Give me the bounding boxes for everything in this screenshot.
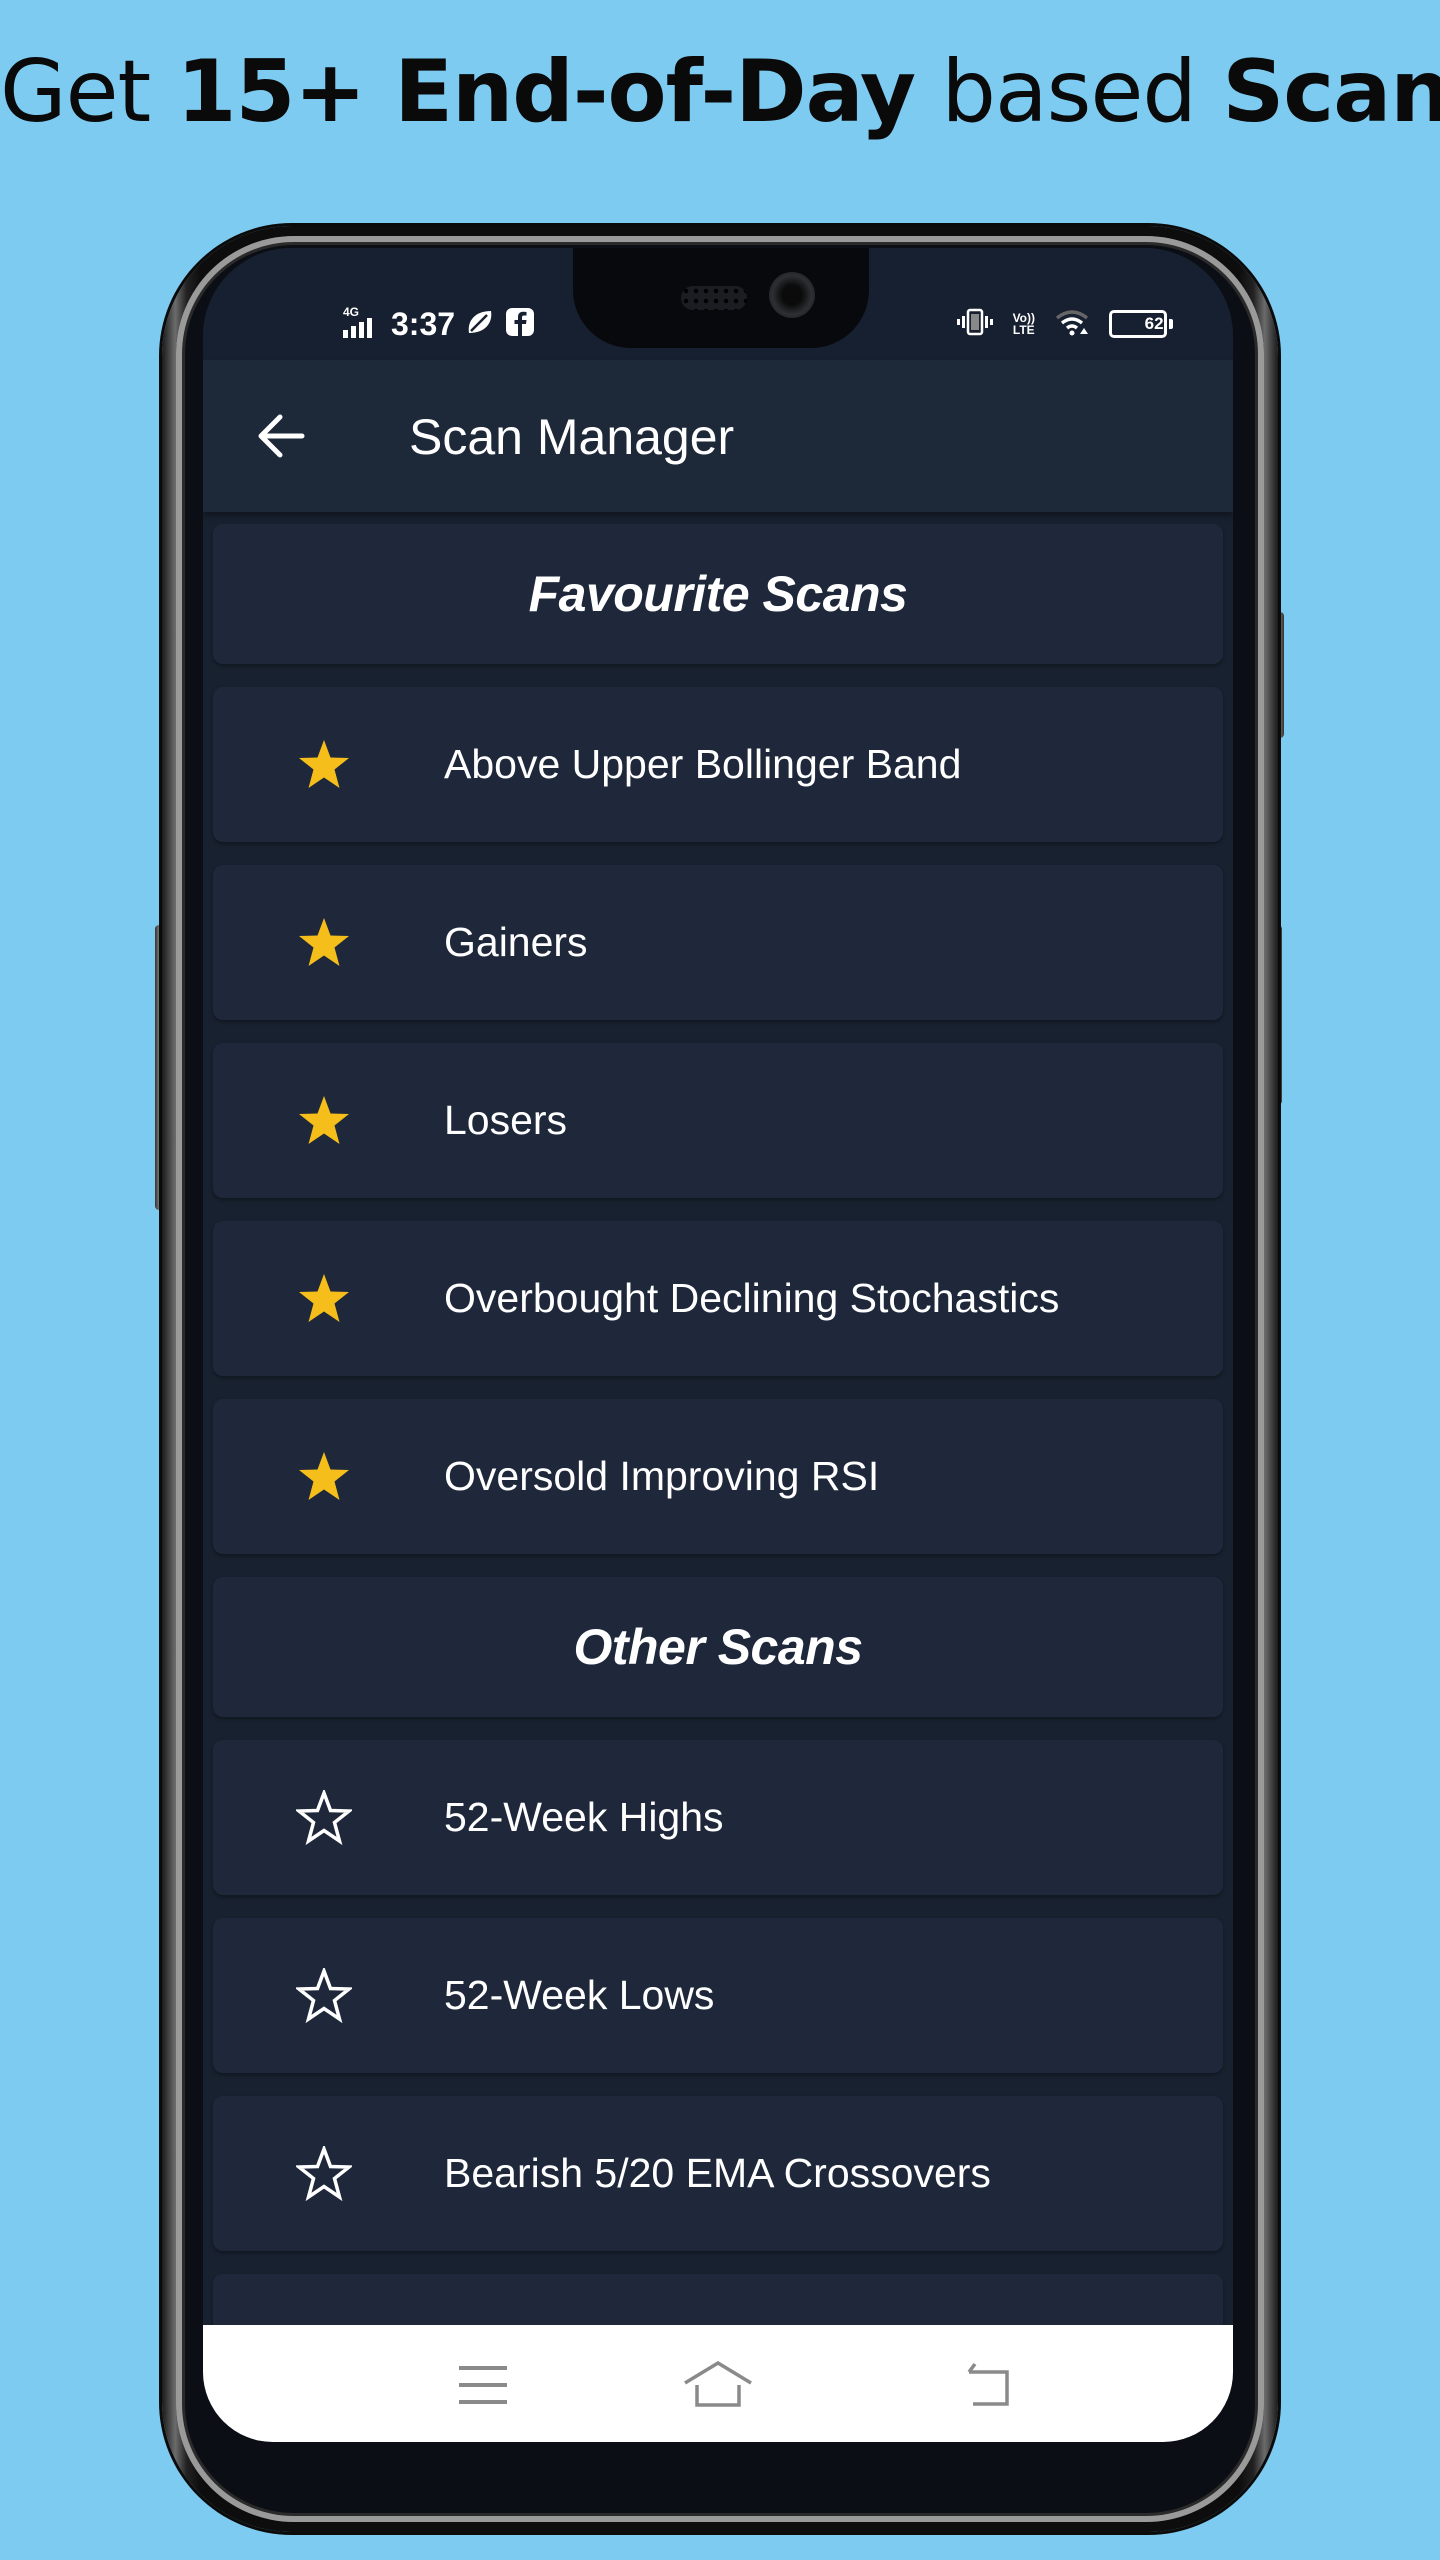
star-outline-icon[interactable] — [294, 2143, 354, 2202]
scan-list-item[interactable]: 52-Week Lows — [213, 1918, 1223, 2073]
promo-headline: Get 15+ End-of-Day based Scans — [0, 42, 1440, 142]
back-icon — [967, 2362, 1009, 2406]
star-filled-icon[interactable] — [296, 737, 352, 793]
scan-label: Above Upper Bollinger Band — [444, 741, 962, 787]
scan-label: Gainers — [444, 919, 588, 965]
clock: 3:37 — [391, 305, 456, 342]
back-button[interactable] — [251, 406, 311, 466]
scan-list-item[interactable]: Overbought Declining Stochastics — [213, 1221, 1223, 1376]
star-outline-icon[interactable] — [294, 1965, 354, 2024]
star-filled-icon[interactable] — [296, 1093, 352, 1149]
star-filled-icon[interactable] — [296, 1449, 352, 1505]
vibrate-icon — [956, 307, 993, 342]
scan-label: Losers — [444, 1097, 568, 1143]
leaf-app-icon — [465, 307, 495, 342]
section-header-favourite: Favourite Scans — [213, 524, 1223, 664]
promo-text-1: Get — [0, 42, 177, 142]
home-button[interactable] — [678, 2355, 758, 2415]
facebook-icon — [505, 307, 535, 342]
battery-tip — [1169, 319, 1173, 329]
promo-text-3: based — [915, 42, 1223, 142]
front-camera — [769, 272, 815, 318]
scan-label: Bearish 5/20 EMA Crossovers — [444, 2150, 991, 2196]
arrow-left-icon — [258, 414, 305, 458]
status-left: 4G 3:37 — [341, 304, 535, 344]
scan-label: 52-Week Lows — [444, 1972, 715, 2018]
network-type: 4G — [343, 305, 359, 319]
star-filled-icon[interactable] — [296, 915, 352, 971]
camera-notch — [573, 248, 869, 348]
system-nav-bar — [203, 2325, 1233, 2442]
section-title: Favourite Scans — [528, 566, 908, 622]
phone-screen: 4G 3:37 Vo)) LTE 62 Scan Manager Favouri… — [203, 248, 1233, 2442]
system-back-button[interactable] — [948, 2355, 1028, 2415]
recent-apps-button[interactable] — [443, 2355, 523, 2415]
star-filled-icon[interactable] — [296, 1271, 352, 1327]
scan-list-item[interactable]: Bearish 5/20 EMA Crossovers — [213, 2096, 1223, 2251]
signal-4g-icon: 4G — [341, 304, 381, 345]
status-bar: 4G 3:37 Vo)) LTE 62 — [203, 248, 1233, 360]
volte-icon: Vo)) LTE — [1013, 312, 1035, 336]
volte-bottom: LTE — [1012, 323, 1035, 337]
scan-label: 52-Week Highs — [444, 1794, 724, 1840]
scan-list-item[interactable]: Above Upper Bollinger Band — [213, 687, 1223, 842]
wifi-icon — [1055, 308, 1089, 341]
scan-label: Overbought Declining Stochastics — [444, 1275, 1060, 1321]
battery-text: 62 — [1144, 314, 1164, 333]
speaker-grille — [681, 286, 747, 310]
promo-text-4: Scans — [1222, 42, 1440, 142]
promo-text-2: 15+ End-of-Day — [176, 42, 916, 142]
section-title: Other Scans — [573, 1619, 863, 1675]
battery-level: 62 — [1109, 310, 1167, 338]
page-title: Scan Manager — [409, 409, 735, 465]
scan-list-item[interactable]: Gainers — [213, 865, 1223, 1020]
scan-list: Favourite Scans Above Upper Bollinger Ba… — [213, 524, 1223, 2442]
status-right: Vo)) LTE 62 — [956, 304, 1173, 344]
scan-list-item[interactable]: 52-Week Highs — [213, 1740, 1223, 1895]
star-outline-icon[interactable] — [294, 1787, 354, 1846]
menu-icon — [459, 2366, 507, 2404]
section-header-other: Other Scans — [213, 1577, 1223, 1717]
scan-label: Oversold Improving RSI — [444, 1453, 880, 1499]
scan-list-item[interactable]: Losers — [213, 1043, 1223, 1198]
scan-list-item[interactable]: Oversold Improving RSI — [213, 1399, 1223, 1554]
app-bar: Scan Manager — [203, 360, 1233, 512]
home-icon — [684, 2361, 752, 2407]
battery-icon: 62 — [1109, 310, 1173, 338]
